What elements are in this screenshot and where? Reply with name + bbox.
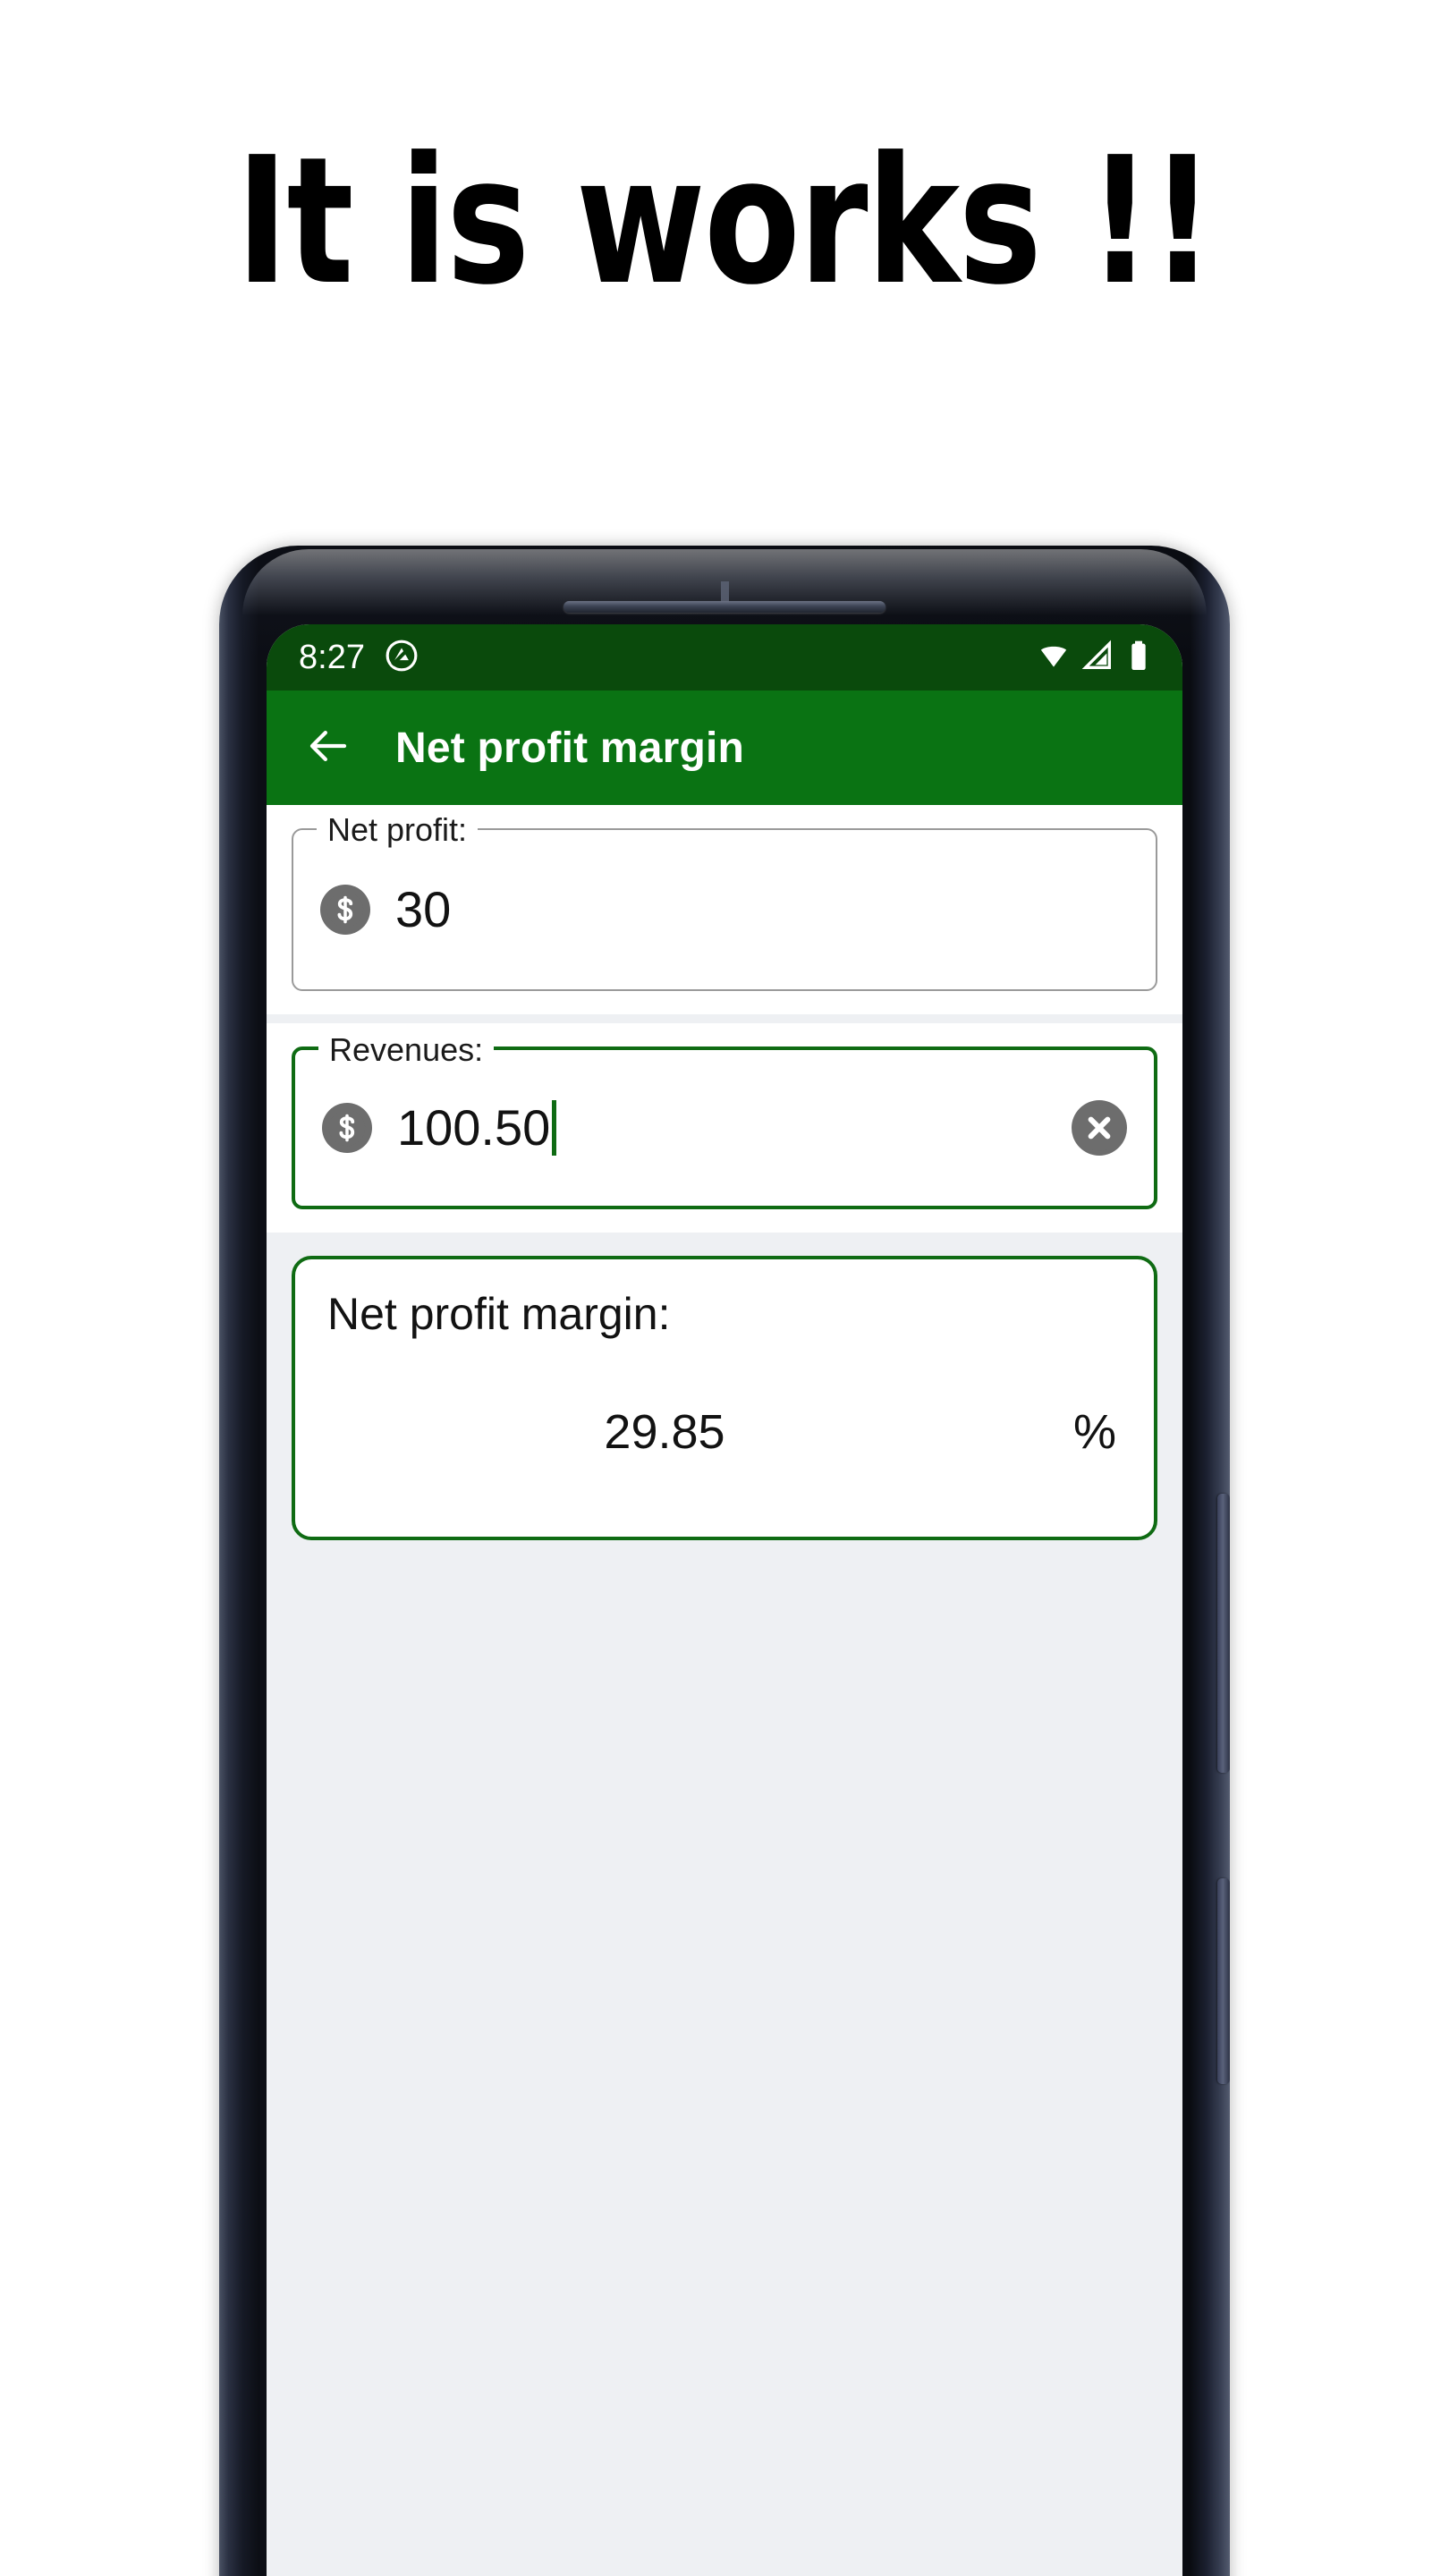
status-bar-left: 8:27 — [299, 639, 419, 677]
revenues-card: Revenues: 100.50 — [267, 1023, 1182, 1233]
revenues-field[interactable]: Revenues: 100.50 — [292, 1030, 1157, 1209]
result-row: 29.85 % — [327, 1404, 1122, 1460]
dollar-circle-icon — [322, 1103, 372, 1153]
revenues-value: 100.50 — [397, 1099, 551, 1156]
net-profit-field[interactable]: Net profit: 30 — [292, 810, 1157, 991]
wifi-icon — [1036, 638, 1072, 678]
net-profit-value: 30 — [395, 881, 452, 937]
result-label: Net profit margin: — [327, 1289, 671, 1339]
text-cursor — [552, 1100, 557, 1156]
dollar-circle-icon — [320, 885, 370, 935]
cellular-signal-icon — [1080, 638, 1115, 678]
volume-button[interactable] — [1217, 1494, 1230, 1773]
battery-icon — [1123, 638, 1154, 678]
page-title: It is works !! — [235, 120, 1215, 324]
power-button[interactable] — [1217, 1878, 1230, 2084]
earpiece-speaker — [564, 601, 886, 613]
phone-screen: 8:27 Net profit margin Net profit: 30 Re… — [267, 624, 1182, 2576]
status-bar-right — [1036, 638, 1154, 678]
do-not-disturb-icon — [385, 639, 419, 677]
promo-screenshot: It is works !! 8:27 Net profit margin Ne… — [0, 0, 1449, 2576]
net-profit-card: Net profit: 30 — [267, 805, 1182, 1014]
clear-circle-icon[interactable] — [1072, 1100, 1127, 1156]
status-bar: 8:27 — [267, 624, 1182, 691]
result-value: 29.85 — [604, 1405, 725, 1459]
screen-content: Net profit: 30 Revenues: 100.50 Net prof… — [267, 805, 1182, 2576]
app-bar-title: Net profit margin — [395, 724, 745, 772]
phone-device-frame: 8:27 Net profit margin Net profit: 30 Re… — [219, 546, 1230, 2576]
result-card: Net profit margin: 29.85 % — [292, 1256, 1157, 1540]
status-clock: 8:27 — [299, 638, 365, 676]
app-bar: Net profit margin — [267, 691, 1182, 805]
revenues-label: Revenues: — [318, 1030, 495, 1070]
net-profit-label: Net profit: — [317, 810, 479, 850]
revenues-value-wrap: 100.50 — [397, 1099, 557, 1156]
result-unit: % — [1072, 1405, 1116, 1459]
back-arrow-icon[interactable] — [304, 722, 352, 775]
